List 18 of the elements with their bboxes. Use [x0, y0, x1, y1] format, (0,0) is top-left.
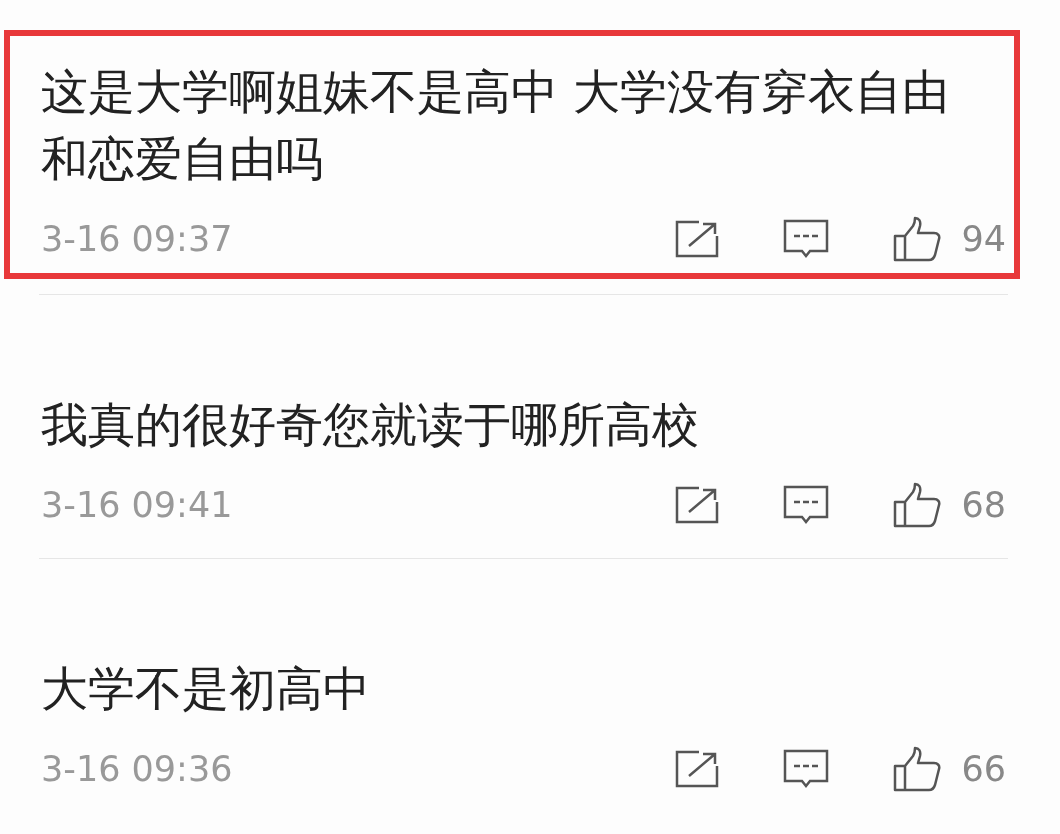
share-icon[interactable] — [675, 486, 720, 524]
thumbs-up-icon[interactable] — [893, 482, 942, 528]
share-icon[interactable] — [675, 220, 720, 258]
comment-icon[interactable] — [783, 749, 830, 789]
timestamp: 3-16 09:36 — [41, 751, 233, 787]
thumbs-up-icon[interactable] — [893, 746, 942, 792]
like-count: 94 — [961, 221, 1006, 257]
comment-icon[interactable] — [783, 219, 830, 259]
share-icon[interactable] — [675, 750, 720, 788]
comment-text: 大学不是初高中 — [41, 660, 371, 718]
like-count: 66 — [961, 751, 1006, 787]
timestamp: 3-16 09:41 — [41, 487, 233, 523]
comment-icon[interactable] — [783, 485, 830, 525]
thumbs-up-icon[interactable] — [893, 216, 942, 262]
comment-text: 这是大学啊姐妹不是高中 大学没有穿衣自由和恋爱自由吗 — [41, 63, 950, 188]
like-count: 68 — [961, 487, 1006, 523]
timestamp: 3-16 09:37 — [41, 221, 233, 257]
comment-text: 我真的很好奇您就读于哪所高校 — [41, 396, 700, 454]
